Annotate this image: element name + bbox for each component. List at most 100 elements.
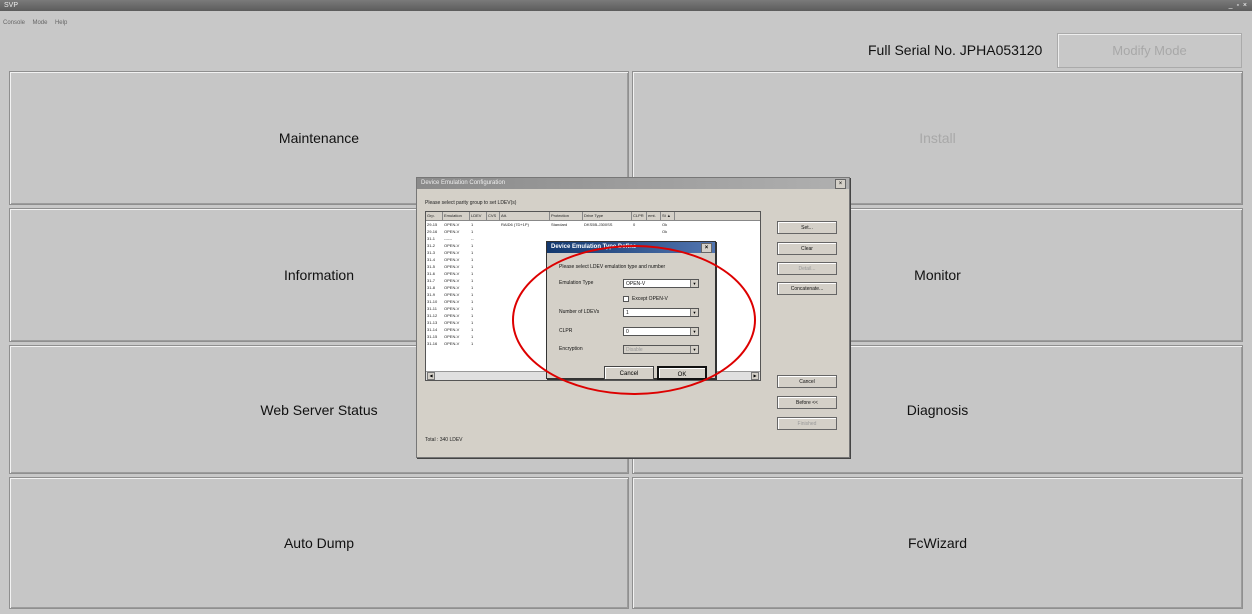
table-cell: 31-12 bbox=[427, 313, 438, 318]
number-of-ldevs-select[interactable]: 1 ▼ bbox=[623, 308, 699, 317]
column-header[interactable]: LDEV bbox=[470, 212, 487, 220]
clpr-select[interactable]: 0 ▼ bbox=[623, 327, 699, 336]
serial-number: Full Serial No. JPHA053120 bbox=[868, 42, 1043, 58]
table-cell bbox=[487, 298, 500, 305]
table-cell: 1 bbox=[471, 278, 474, 283]
table-cell: RAID6 (7D+1P) bbox=[501, 222, 529, 227]
table-cell: 1 bbox=[471, 334, 474, 339]
menu-console[interactable]: Console bbox=[3, 20, 25, 26]
chevron-down-icon[interactable]: ▼ bbox=[690, 346, 698, 353]
except-open-v-checkbox[interactable] bbox=[623, 296, 629, 302]
table-cell: OPEN-V bbox=[444, 306, 460, 311]
table-cell: 31-6 bbox=[427, 271, 436, 276]
close-icon[interactable]: × bbox=[835, 179, 846, 189]
table-cell bbox=[487, 263, 500, 270]
table-row[interactable]: 29-15 OPEN-V 1 RAID6 (7D+1P) Standard DKS5B-J… bbox=[426, 221, 760, 228]
clear-button[interactable]: Clear bbox=[777, 242, 837, 255]
table-cell: 31-11 bbox=[427, 306, 437, 311]
modify-mode-button[interactable]: Modify Mode bbox=[1057, 33, 1242, 68]
emulation-type-select[interactable]: OPEN-V ▼ bbox=[623, 279, 699, 288]
table-cell bbox=[500, 256, 550, 263]
table-cell bbox=[647, 221, 661, 228]
table-cell bbox=[487, 340, 500, 347]
table-cell: 1 bbox=[471, 222, 474, 227]
before-button[interactable]: Before << bbox=[777, 396, 837, 409]
column-header[interactable]: Protection bbox=[550, 212, 583, 220]
table-cell bbox=[500, 319, 550, 326]
column-header[interactable]: Emulation bbox=[443, 212, 470, 220]
encryption-select[interactable]: Disable ▼ bbox=[623, 345, 699, 354]
clpr-value: 0 bbox=[626, 329, 629, 335]
column-header[interactable]: Att. bbox=[500, 212, 550, 220]
fcwizard-button[interactable]: FcWizard bbox=[632, 477, 1243, 609]
table-row[interactable]: 29-16 OPEN-V 1 Ok bbox=[426, 228, 760, 235]
subdialog-caption: Device Emulation Type Define × bbox=[547, 242, 715, 253]
set-button[interactable]: Set... bbox=[777, 221, 837, 234]
table-cell bbox=[487, 256, 500, 263]
table-cell bbox=[500, 235, 550, 242]
table-cell bbox=[500, 333, 550, 340]
chevron-down-icon[interactable]: ▼ bbox=[690, 309, 698, 316]
encryption-label: Encryption bbox=[559, 346, 583, 352]
table-cell: OPEN-V bbox=[444, 229, 460, 234]
table-cell bbox=[487, 221, 500, 228]
menu-mode[interactable]: Mode bbox=[32, 20, 47, 26]
table-cell: 31-1 bbox=[427, 236, 436, 241]
table-cell: 1 bbox=[471, 264, 474, 269]
menu-help[interactable]: Help bbox=[55, 20, 67, 26]
emulation-type-define-dialog: Device Emulation Type Define × Please se… bbox=[546, 241, 716, 380]
table-cell: OPEN-V bbox=[444, 278, 460, 283]
table-cell bbox=[500, 291, 550, 298]
ok-button[interactable]: OK bbox=[657, 366, 707, 380]
encryption-value: Disable bbox=[626, 347, 643, 353]
table-cell bbox=[500, 340, 550, 347]
detail-button[interactable]: Detail... bbox=[777, 262, 837, 275]
table-cell bbox=[487, 326, 500, 333]
except-open-v-label: Except OPEN-V bbox=[632, 296, 668, 302]
table-cell bbox=[500, 305, 550, 312]
column-header[interactable]: Grp. bbox=[426, 212, 443, 220]
table-cell bbox=[487, 291, 500, 298]
table-cell bbox=[500, 326, 550, 333]
cancel-button[interactable]: Cancel bbox=[777, 375, 837, 388]
table-cell: 31-13 bbox=[427, 320, 438, 325]
scroll-right-icon[interactable]: ▶ bbox=[751, 372, 759, 380]
table-cell bbox=[487, 284, 500, 291]
table-cell bbox=[500, 298, 550, 305]
number-of-ldevs-value: 1 bbox=[626, 310, 629, 316]
column-header[interactable]: St ▲ bbox=[661, 212, 675, 220]
table-cell: 1 bbox=[471, 320, 474, 325]
emulation-type-label: Emulation Type bbox=[559, 280, 594, 286]
concatenate-button[interactable]: Concatenate... bbox=[777, 282, 837, 295]
table-cell: ------ bbox=[444, 236, 452, 241]
window-controls[interactable]: _ ▫ × bbox=[1229, 0, 1248, 11]
chevron-down-icon[interactable]: ▼ bbox=[690, 328, 698, 335]
finished-button[interactable]: Finished bbox=[777, 417, 837, 430]
subdialog-cancel-button[interactable]: Cancel bbox=[604, 366, 654, 380]
table-cell: 31-16 bbox=[427, 341, 438, 346]
close-icon[interactable]: × bbox=[701, 243, 712, 253]
table-cell bbox=[500, 284, 550, 291]
table-cell bbox=[487, 235, 500, 242]
table-cell: -- bbox=[471, 236, 474, 241]
table-cell: OPEN-V bbox=[444, 243, 460, 248]
table-cell: 31-7 bbox=[427, 278, 436, 283]
table-cell bbox=[500, 277, 550, 284]
auto-dump-button[interactable]: Auto Dump bbox=[9, 477, 629, 609]
clpr-label: CLPR bbox=[559, 328, 573, 334]
table-cell: OPEN-V bbox=[444, 320, 460, 325]
column-header[interactable]: CVS bbox=[487, 212, 500, 220]
table-cell: 1 bbox=[471, 271, 474, 276]
table-cell: OPEN-V bbox=[444, 292, 460, 297]
table-cell: 1 bbox=[471, 243, 474, 248]
table-cell bbox=[487, 277, 500, 284]
scroll-left-icon[interactable]: ◀ bbox=[427, 372, 435, 380]
column-header[interactable]: emt. bbox=[647, 212, 661, 220]
dialog-title: Device Emulation Configuration bbox=[421, 180, 506, 186]
table-cell bbox=[487, 270, 500, 277]
table-cell: 31-9 bbox=[427, 292, 436, 297]
chevron-down-icon[interactable]: ▼ bbox=[690, 280, 698, 287]
column-header[interactable]: Drive Type bbox=[583, 212, 632, 220]
table-cell bbox=[487, 305, 500, 312]
column-header[interactable]: CLPR bbox=[632, 212, 647, 220]
